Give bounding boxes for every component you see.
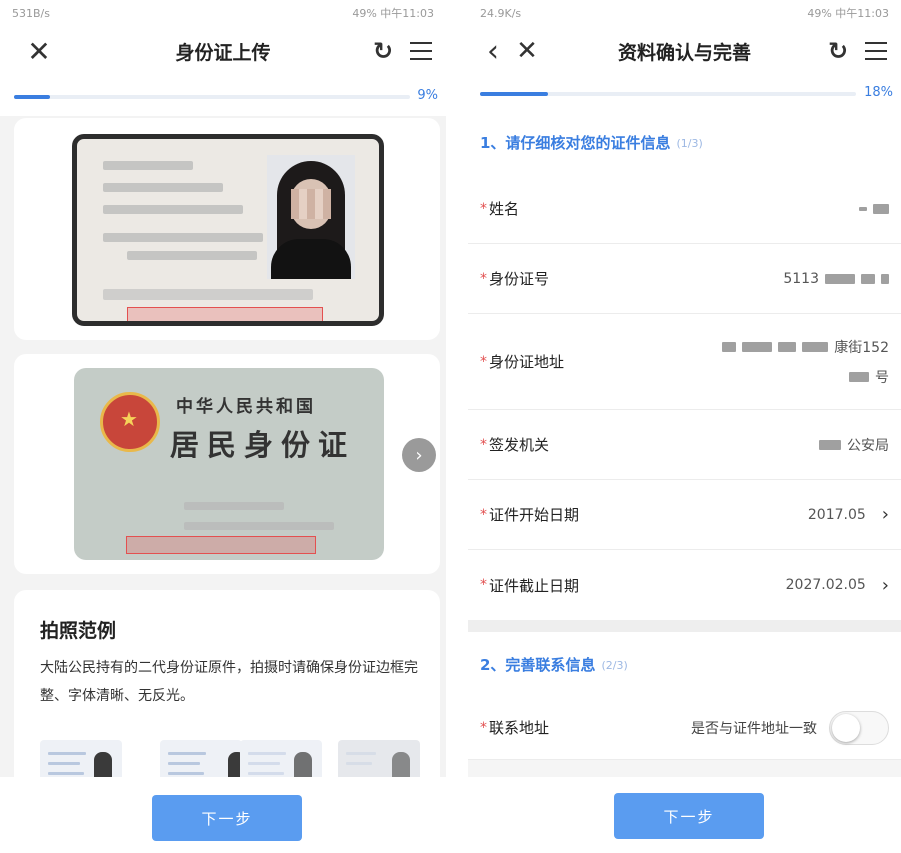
progress-bar [14, 95, 410, 99]
field-label: 证件开始日期 [489, 506, 580, 524]
field-value [859, 203, 889, 214]
address-line2: 号 [875, 369, 889, 386]
progress-fill [480, 92, 548, 96]
end-date-value: 2027.02.05 [785, 577, 866, 593]
menu-icon[interactable] [404, 34, 438, 68]
screen-divider [446, 0, 468, 853]
next-card-arrow-icon[interactable]: › [402, 438, 436, 472]
section-header-verify: 1、请仔细核对您的证件信息 (1/3) [468, 110, 901, 174]
field-label: 身份证号 [489, 270, 550, 288]
status-right: 49% 中午11:03 [807, 7, 889, 20]
menu-icon[interactable] [859, 34, 893, 68]
field-value: 5113 [783, 271, 889, 287]
back-card-title1: 中华人民共和国 [176, 397, 316, 417]
field-label: 证件截止日期 [489, 576, 580, 595]
same-address-toggle[interactable] [829, 710, 889, 745]
section-header-contact: 2、完善联系信息 (2/3) [468, 632, 901, 696]
section-title: 1、请仔细核对您的证件信息 [480, 133, 671, 152]
field-label: 联系地址 [489, 719, 550, 737]
field-row-issuer[interactable]: * 签发机关 公安局 [468, 410, 901, 480]
chevron-right-icon[interactable]: › [882, 504, 889, 525]
field-row-name[interactable]: * 姓名 [468, 174, 901, 244]
field-row-end-date[interactable]: * 证件截止日期 2027.02.05 › [468, 550, 901, 620]
example-title: 拍照范例 [40, 620, 117, 642]
status-bar: 24.9K/s 49% 中午11:03 [468, 0, 901, 26]
progress-fill [14, 95, 50, 99]
refresh-icon[interactable]: ↻ [366, 34, 400, 68]
refresh-icon[interactable]: ↻ [821, 34, 855, 68]
title-bar: ✕ 身份证上传 ↻ [0, 26, 446, 76]
id-number-visible: 5113 [783, 270, 819, 287]
title-actions: ↻ [366, 34, 438, 68]
progress-percent: 18% [864, 85, 893, 100]
field-value: 公安局 [819, 435, 889, 455]
id-portrait [267, 155, 355, 279]
section-step: (2/3) [601, 658, 628, 672]
bottom-bar: 下一步 [0, 777, 446, 853]
field-value: 2017.05 › [808, 504, 889, 525]
back-card-title2: 居民身份证 [170, 428, 356, 462]
left-screen: 531B/s 49% 中午11:03 ✕ 身份证上传 ↻ 9% ★ 中华人民共和… [0, 0, 446, 853]
required-mark: * [480, 200, 487, 217]
required-mark: * [480, 270, 487, 287]
close-icon[interactable]: ✕ [510, 34, 544, 68]
same-address-label: 是否与证件地址一致 [691, 720, 817, 737]
id-card-back-image: 中华人民共和国 居民身份证 [74, 368, 384, 560]
field-value: 康街152 号 [722, 337, 889, 387]
field-row-start-date[interactable]: * 证件开始日期 2017.05 › [468, 480, 901, 550]
field-row-contact-address: * 联系地址 是否与证件地址一致 [468, 696, 901, 760]
section-step: (1/3) [676, 136, 703, 150]
example-description: 大陆公民持有的二代身份证原件，拍摄时请确保身份证边框完整、字体清晰、无反光。 [40, 660, 418, 704]
back-icon[interactable]: ‹ [476, 34, 510, 69]
same-address-option: 是否与证件地址一致 [691, 710, 889, 745]
right-screen: 24.9K/s 49% 中午11:03 ‹ ✕ 资料确认与完善 ↻ 18% 1、… [468, 0, 901, 853]
next-step-button[interactable]: 下一步 [614, 793, 764, 839]
progress-percent: 9% [417, 88, 438, 103]
required-mark: * [480, 719, 487, 736]
section-title: 2、完善联系信息 [480, 655, 596, 674]
id-front-panel[interactable] [14, 118, 440, 340]
progress-bar [480, 92, 856, 96]
chevron-right-icon[interactable]: › [882, 575, 889, 596]
required-mark: * [480, 436, 487, 453]
national-emblem-icon [100, 392, 160, 452]
field-label: 姓名 [489, 200, 520, 218]
address-line1: 康街152 [834, 339, 889, 356]
issuer-visible: 公安局 [847, 437, 889, 454]
required-mark: * [480, 353, 487, 370]
bottom-bar: 下一步 [468, 777, 901, 853]
id-card-front-image [72, 134, 384, 326]
required-mark: * [480, 506, 487, 523]
title-bar: ‹ ✕ 资料确认与完善 ↻ [468, 26, 901, 76]
section-gap [468, 620, 901, 632]
status-right: 49% 中午11:03 [352, 7, 434, 20]
close-icon[interactable]: ✕ [22, 34, 56, 68]
progress-row: 18% [468, 76, 901, 110]
field-row-id-number[interactable]: * 身份证号 5113 [468, 244, 901, 314]
title-actions: ↻ [821, 34, 893, 68]
progress-row: 9% [0, 76, 446, 116]
required-mark: * [480, 577, 487, 593]
status-bar: 531B/s 49% 中午11:03 [0, 0, 446, 26]
field-label: 身份证地址 [489, 353, 565, 371]
field-label: 签发机关 [489, 436, 550, 454]
id-back-panel[interactable]: 中华人民共和国 居民身份证 › [14, 354, 440, 574]
field-value: 2027.02.05 › [786, 575, 889, 596]
start-date-value: 2017.05 [807, 506, 866, 523]
field-row-address[interactable]: * 身份证地址 康街152 号 [468, 314, 901, 410]
network-speed: 24.9K/s [480, 6, 522, 20]
next-step-button[interactable]: 下一步 [152, 795, 302, 841]
network-speed: 531B/s [12, 6, 50, 20]
